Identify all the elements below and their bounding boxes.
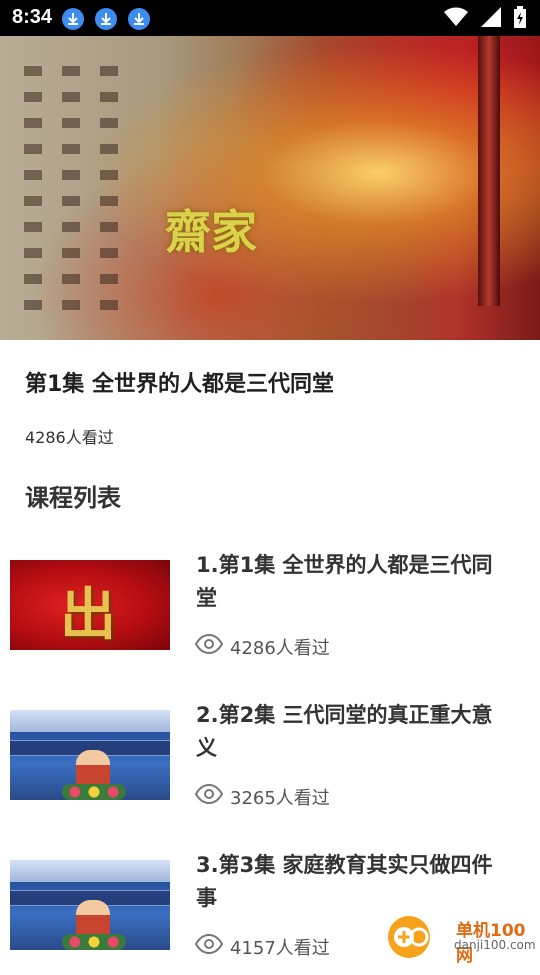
download-icon xyxy=(128,8,150,30)
thumbnail-text: 出 xyxy=(60,582,116,648)
hero-decoration xyxy=(478,36,500,306)
watermark-domain: danji100.com xyxy=(454,938,536,952)
course-list-item[interactable]: 出 1.第1集 全世界的人都是三代同 堂 4286人看过 xyxy=(0,545,540,675)
watermark-logo-icon xyxy=(388,916,430,958)
download-icon xyxy=(62,8,84,30)
status-time: 8:34 xyxy=(12,6,53,28)
eye-icon xyxy=(195,634,223,654)
wifi-icon xyxy=(443,7,468,26)
course-view-count: 3265人看过 xyxy=(230,788,330,809)
course-thumbnail[interactable] xyxy=(10,710,170,800)
course-title[interactable]: 1.第1集 全世界的人都是三代同 堂 xyxy=(196,549,522,615)
status-bar: 8:34 xyxy=(0,0,540,36)
course-list-heading: 课程列表 xyxy=(25,484,121,512)
battery-charging-icon xyxy=(514,6,526,28)
site-watermark: 单机100网 danji100.com xyxy=(388,912,540,966)
hero-decoration xyxy=(24,66,42,326)
system-icons xyxy=(436,6,526,30)
video-title: 第1集 全世界的人都是三代同堂 xyxy=(25,372,334,397)
course-thumbnail[interactable]: 出 xyxy=(10,560,170,650)
signal-icon xyxy=(480,7,501,27)
thumbnail-banner xyxy=(10,710,170,732)
video-view-count: 4286人看过 xyxy=(25,428,114,447)
course-view-count: 4286人看过 xyxy=(230,638,330,659)
course-title-line: 堂 xyxy=(196,586,217,610)
course-thumbnail[interactable] xyxy=(10,860,170,950)
video-player[interactable]: 齋家 xyxy=(0,36,540,340)
thumbnail-flowers xyxy=(62,934,126,950)
course-title-line: 义 xyxy=(196,736,217,760)
course-title-line: 3.第3集 家庭教育其实只做四件 xyxy=(196,853,493,877)
course-list-item[interactable]: 2.第2集 三代同堂的真正重大意 义 3265人看过 xyxy=(0,695,540,825)
thumbnail-flowers xyxy=(62,784,126,800)
course-title-line: 1.第1集 全世界的人都是三代同 xyxy=(196,553,493,577)
download-icon xyxy=(95,8,117,30)
course-view-count: 4157人看过 xyxy=(230,938,330,959)
hero-decoration xyxy=(62,66,80,326)
thumbnail-banner xyxy=(10,860,170,882)
hero-decoration xyxy=(100,66,118,326)
hero-overlay-text: 齋家 xyxy=(165,205,257,259)
course-title-line: 2.第2集 三代同堂的真正重大意 xyxy=(196,703,493,727)
course-title-line: 事 xyxy=(196,886,217,910)
eye-icon xyxy=(195,934,223,954)
eye-icon xyxy=(195,784,223,804)
course-title[interactable]: 3.第3集 家庭教育其实只做四件 事 xyxy=(196,849,522,915)
course-title[interactable]: 2.第2集 三代同堂的真正重大意 义 xyxy=(196,699,522,765)
